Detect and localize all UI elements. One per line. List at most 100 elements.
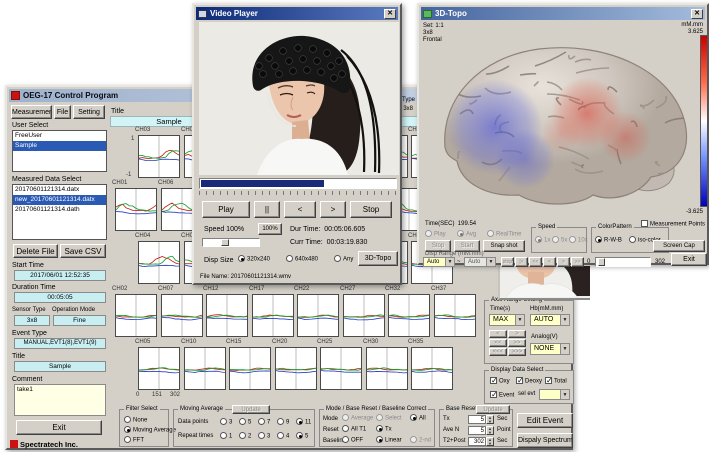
range-to-dropdown[interactable]: Auto▼ bbox=[464, 257, 496, 267]
mode-mode-All[interactable]: All bbox=[410, 414, 426, 424]
topo-titlebar[interactable]: 3D-Topo ✕ bbox=[421, 7, 705, 20]
comment-field[interactable]: take1 bbox=[14, 384, 106, 416]
list-item-datafile[interactable]: new_20170601121314.datx bbox=[13, 195, 106, 205]
hb-axis-dropdown[interactable]: AUTO▼ bbox=[530, 314, 570, 326]
topo-nav-5[interactable]: >> bbox=[571, 257, 584, 267]
topo-nav-0[interactable]: stop bbox=[501, 257, 514, 267]
brain-3d-view[interactable] bbox=[429, 29, 695, 217]
base-reset-value[interactable]: 5 bbox=[468, 426, 486, 435]
topo-slider-thumb[interactable] bbox=[598, 258, 605, 266]
save-csv-button[interactable]: Save CSV bbox=[60, 244, 106, 258]
delete-file-button[interactable]: Delete File bbox=[13, 244, 58, 258]
speed-slider[interactable] bbox=[202, 238, 260, 247]
chevron-down-icon[interactable]: ▼ bbox=[515, 315, 524, 325]
speed-reset-button[interactable]: 100% bbox=[258, 223, 282, 235]
tab-setting[interactable]: Setting bbox=[73, 105, 105, 119]
open-topo-button[interactable]: 3D-Topo bbox=[358, 251, 398, 266]
mode-baseline-OFF[interactable]: OFF bbox=[342, 436, 363, 446]
filter-option-1[interactable]: Moving Average bbox=[124, 426, 176, 436]
mode-baseline-2-nd[interactable]: 2-nd bbox=[410, 436, 431, 446]
topo-mode-realtime[interactable]: RealTime bbox=[487, 230, 521, 240]
edit-event-button[interactable]: Edit Event bbox=[517, 413, 573, 428]
repeat-times-2[interactable]: 2 bbox=[239, 432, 251, 442]
stop-button[interactable]: Stop bbox=[350, 201, 392, 218]
display-spectrum-button[interactable]: Dispaly Spectrum bbox=[517, 433, 573, 448]
spinner-icon[interactable]: ▲▼ bbox=[486, 437, 494, 446]
spinner-icon[interactable]: ▲▼ bbox=[486, 415, 494, 424]
base-reset-update-button[interactable]: Update bbox=[476, 405, 510, 414]
measurement-points-checkbox[interactable]: Measurement Points bbox=[641, 220, 705, 230]
axis-shift-button[interactable]: > bbox=[508, 330, 526, 338]
disp-size-Any[interactable]: Any bbox=[334, 255, 353, 265]
axis-shift-button[interactable]: < bbox=[489, 330, 507, 338]
base-reset-value[interactable]: 302 bbox=[468, 437, 486, 446]
repeat-times-1[interactable]: 1 bbox=[220, 432, 232, 442]
measured-data-list[interactable]: 20170601121314.datxnew_20170601121314.da… bbox=[12, 184, 107, 240]
list-item-user[interactable]: FreeUser bbox=[13, 131, 106, 141]
repeat-times-3[interactable]: 3 bbox=[258, 432, 270, 442]
topo-time-slider[interactable] bbox=[595, 257, 651, 267]
snap-shot-button[interactable]: Snap shot bbox=[483, 240, 525, 252]
color-pattern-R-W-B[interactable]: R-W-B bbox=[595, 236, 622, 246]
filter-option-0[interactable]: None bbox=[124, 416, 147, 426]
time-axis-dropdown[interactable]: MAX▼ bbox=[489, 314, 525, 326]
video-progress-bar[interactable] bbox=[199, 178, 397, 189]
tab-measurement[interactable]: Measurement bbox=[11, 105, 52, 119]
data-points-9[interactable]: 9 bbox=[277, 418, 289, 428]
list-item-datafile[interactable]: 20170601121314.dath bbox=[13, 205, 106, 215]
list-item-datafile[interactable]: 20170601121314.datx bbox=[13, 185, 106, 195]
list-item-user[interactable]: Sample bbox=[13, 141, 106, 151]
axis-shift-button[interactable]: << bbox=[489, 339, 507, 347]
screen-cap-button[interactable]: Screen Cap bbox=[653, 240, 705, 252]
close-icon[interactable]: ✕ bbox=[384, 9, 396, 19]
topo-speed-10x[interactable]: 10x bbox=[569, 236, 588, 246]
step-forward-button[interactable]: > bbox=[320, 201, 346, 218]
topo-nav-3[interactable]: < bbox=[543, 257, 556, 267]
sel-evt-dropdown[interactable]: ▼ bbox=[539, 389, 570, 400]
filter-option-2[interactable]: FFT bbox=[124, 436, 144, 446]
chevron-down-icon[interactable]: ▼ bbox=[560, 390, 569, 399]
topo-mode-play[interactable]: Play bbox=[425, 230, 446, 240]
mode-mode-Select[interactable]: Select bbox=[376, 414, 402, 424]
exit-button[interactable]: Exit bbox=[16, 420, 102, 435]
user-select-list[interactable]: FreeUserSample bbox=[12, 130, 107, 172]
topo-speed-1x[interactable]: 1x bbox=[535, 236, 550, 246]
axis-shift-button[interactable]: <<< bbox=[489, 348, 507, 356]
data-points-5[interactable]: 5 bbox=[239, 418, 251, 428]
step-back-button[interactable]: < bbox=[284, 201, 316, 218]
topo-exit-button[interactable]: Exit bbox=[671, 253, 707, 266]
moving-average-update-button[interactable]: Update bbox=[232, 405, 270, 414]
disp-size-640x480[interactable]: 640x480 bbox=[286, 255, 318, 265]
repeat-times-4[interactable]: 4 bbox=[277, 432, 289, 442]
data-points-3[interactable]: 3 bbox=[220, 418, 232, 428]
chevron-down-icon[interactable]: ▼ bbox=[560, 315, 569, 325]
video-titlebar[interactable]: Video Player ✕ bbox=[196, 7, 398, 20]
topo-nav-4[interactable]: > bbox=[557, 257, 570, 267]
topo-nav-1[interactable]: |< bbox=[515, 257, 528, 267]
chevron-down-icon[interactable]: ▼ bbox=[445, 258, 454, 266]
chevron-down-icon[interactable]: ▼ bbox=[560, 344, 569, 354]
tab-file[interactable]: File bbox=[54, 105, 71, 119]
close-icon[interactable]: ✕ bbox=[691, 9, 703, 19]
play-button[interactable]: Play bbox=[202, 201, 250, 218]
repeat-times-5[interactable]: 5 bbox=[296, 432, 308, 442]
data-points-7[interactable]: 7 bbox=[258, 418, 270, 428]
mode-reset-All T1[interactable]: All T1 bbox=[342, 425, 366, 435]
check-total[interactable]: Total bbox=[545, 377, 567, 387]
analog-dropdown[interactable]: NONE▼ bbox=[530, 343, 570, 355]
spinner-icon[interactable]: ▲▼ bbox=[486, 426, 494, 435]
pause-button[interactable]: || bbox=[254, 201, 280, 218]
disp-size-320x240[interactable]: 320x240 bbox=[238, 255, 270, 265]
check-event[interactable]: Event bbox=[490, 391, 514, 401]
mode-mode-Average[interactable]: Average bbox=[342, 414, 373, 424]
base-reset-value[interactable]: 5 bbox=[468, 415, 486, 424]
axis-shift-button[interactable]: >>> bbox=[508, 348, 526, 356]
mode-baseline-Linear[interactable]: Linear bbox=[376, 436, 402, 446]
mode-reset-Tx[interactable]: Tx bbox=[376, 425, 392, 435]
check-deoxy[interactable]: Deoxy bbox=[516, 377, 542, 387]
chevron-down-icon[interactable]: ▼ bbox=[486, 258, 495, 266]
range-from-dropdown[interactable]: Auto▼ bbox=[423, 257, 455, 267]
check-oxy[interactable]: Oxy bbox=[490, 377, 510, 387]
axis-shift-button[interactable]: >> bbox=[508, 339, 526, 347]
topo-speed-5x[interactable]: 5x bbox=[552, 236, 567, 246]
